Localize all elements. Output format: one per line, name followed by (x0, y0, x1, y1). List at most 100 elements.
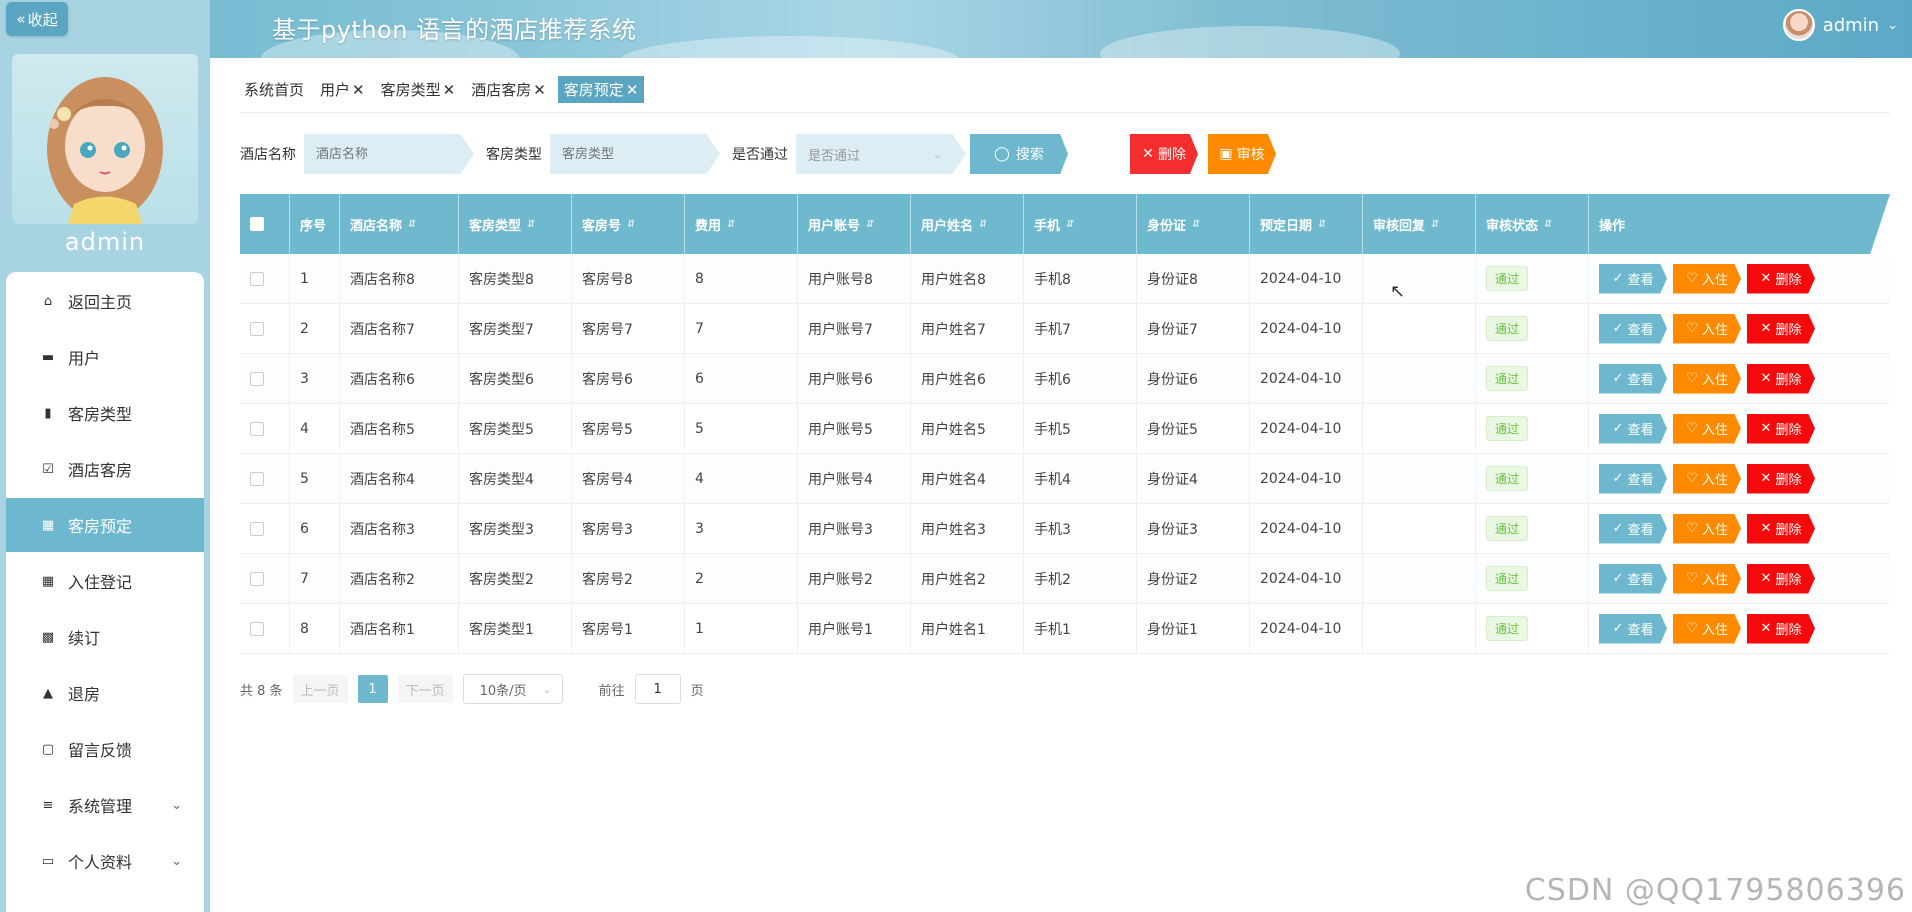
sidebar-item-checkin[interactable]: ▦ 入住登记 (6, 554, 204, 608)
prev-page-button[interactable]: 上一页 (292, 675, 348, 703)
sidebar-item-home[interactable]: ⌂ 返回主页 (6, 274, 204, 328)
sort-icon[interactable]: ⇵ (1431, 219, 1439, 230)
header-cell[interactable]: 审核回复 ⇵ (1363, 194, 1476, 254)
close-icon[interactable]: ✕ (443, 81, 456, 99)
header-cell[interactable]: 手机 ⇵ (1024, 194, 1137, 254)
sidebar-item-users[interactable]: ▬ 用户 (6, 330, 204, 384)
tab-home[interactable]: 系统首页 (240, 76, 308, 103)
close-icon[interactable]: ✕ (626, 81, 639, 99)
delete-button[interactable]: ✕ 删除 (1747, 613, 1815, 644)
sort-icon[interactable]: ⇵ (627, 219, 635, 230)
row-checkbox[interactable] (250, 321, 264, 336)
row-select-cell[interactable] (240, 504, 290, 553)
checkin-button[interactable]: ♡ 入住 (1673, 513, 1741, 544)
delete-button[interactable]: ✕ 删除 (1747, 463, 1815, 494)
header-cell[interactable]: 酒店名称 ⇵ (340, 194, 459, 254)
audit-button[interactable]: ▣ 审核 (1208, 134, 1276, 174)
view-button[interactable]: ✓ 查看 (1599, 563, 1667, 594)
row-checkbox[interactable] (250, 571, 264, 586)
header-select-all[interactable] (240, 194, 290, 254)
collapse-sidebar-button[interactable]: « 收起 (6, 2, 68, 36)
delete-button[interactable]: ✕ 删除 (1747, 363, 1815, 394)
view-button[interactable]: ✓ 查看 (1599, 263, 1667, 294)
header-cell[interactable]: 费用 ⇵ (685, 194, 798, 254)
view-button[interactable]: ✓ 查看 (1599, 513, 1667, 544)
sort-icon[interactable]: ⇵ (1066, 219, 1074, 230)
row-checkbox[interactable] (250, 371, 264, 386)
row-select-cell[interactable] (240, 354, 290, 403)
header-cell[interactable]: 用户账号 ⇵ (798, 194, 911, 254)
sort-icon[interactable]: ⇵ (1318, 219, 1326, 230)
close-icon[interactable]: ✕ (352, 81, 365, 99)
row-checkbox[interactable] (250, 421, 264, 436)
page-number-current[interactable]: 1 (357, 675, 388, 703)
view-button[interactable]: ✓ 查看 (1599, 413, 1667, 444)
sidebar-item-hotel-rooms[interactable]: ☑ 酒店客房 (6, 442, 204, 496)
sidebar-item-renewal[interactable]: ▩ 续订 (6, 610, 204, 664)
tab-room-booking[interactable]: 客房预定 ✕ (557, 76, 645, 103)
row-checkbox[interactable] (250, 621, 264, 636)
sort-icon[interactable]: ⇵ (727, 219, 735, 230)
user-menu[interactable]: admin ⌄ (1782, 9, 1898, 41)
delete-button[interactable]: ✕ 删除 (1747, 413, 1815, 444)
sidebar-item-label: 退房 (68, 685, 101, 704)
checkin-button[interactable]: ♡ 入住 (1673, 313, 1741, 344)
header-cell[interactable]: 客房类型 ⇵ (459, 194, 572, 254)
row-checkbox[interactable] (250, 521, 264, 536)
tab-hotel-rooms[interactable]: 酒店客房 ✕ (467, 76, 550, 103)
view-button[interactable]: ✓ 查看 (1599, 463, 1667, 494)
header-cell[interactable]: 客房号 ⇵ (572, 194, 685, 254)
sort-icon[interactable]: ⇵ (527, 219, 535, 230)
goto-page-input[interactable]: 1 (634, 674, 681, 704)
row-select-cell[interactable] (240, 454, 290, 503)
header-cell[interactable]: 审核状态 ⇵ (1476, 194, 1589, 254)
sidebar-item-system-management[interactable]: ≡ 系统管理 ⌄ (6, 778, 204, 832)
view-button[interactable]: ✓ 查看 (1599, 363, 1667, 394)
checkin-button[interactable]: ♡ 入住 (1673, 413, 1741, 444)
next-page-button[interactable]: 下一页 (397, 675, 453, 703)
sidebar-item-room-types[interactable]: ▮ 客房类型 (6, 386, 204, 440)
sidebar-item-room-booking[interactable]: ▦ 客房预定 (6, 498, 204, 552)
row-select-cell[interactable] (240, 254, 290, 303)
batch-delete-button[interactable]: ✕ 删除 (1130, 134, 1198, 174)
checkin-button[interactable]: ♡ 入住 (1673, 363, 1741, 394)
delete-button[interactable]: ✕ 删除 (1747, 313, 1815, 344)
sort-icon[interactable]: ⇵ (1192, 219, 1200, 230)
view-button[interactable]: ✓ 查看 (1599, 313, 1667, 344)
sidebar-item-feedback[interactable]: ▢ 留言反馈 (6, 722, 204, 776)
tab-room-types[interactable]: 客房类型 ✕ (377, 76, 460, 103)
page-size-select[interactable]: 10条/页 ⌄ (462, 674, 563, 704)
row-checkbox[interactable] (250, 471, 264, 486)
cell-text: 4 (300, 420, 309, 437)
checkin-button[interactable]: ♡ 入住 (1673, 563, 1741, 594)
checkin-button[interactable]: ♡ 入住 (1673, 463, 1741, 494)
row-select-cell[interactable] (240, 554, 290, 603)
delete-button[interactable]: ✕ 删除 (1747, 263, 1815, 294)
hotel-name-input[interactable] (304, 134, 474, 174)
checkin-button[interactable]: ♡ 入住 (1673, 613, 1741, 644)
sidebar-item-checkout[interactable]: ▲ 退房 (6, 666, 204, 720)
select-all-checkbox[interactable] (250, 217, 264, 231)
tab-users[interactable]: 用户 ✕ (316, 76, 369, 103)
sort-icon[interactable]: ⇵ (1544, 219, 1552, 230)
passed-select[interactable]: 是否通过 ⌄ (796, 134, 966, 174)
delete-button[interactable]: ✕ 删除 (1747, 563, 1815, 594)
row-select-cell[interactable] (240, 304, 290, 353)
header-cell[interactable]: 身份证 ⇵ (1137, 194, 1250, 254)
sort-icon[interactable]: ⇵ (979, 219, 987, 230)
checkin-button[interactable]: ♡ 入住 (1673, 263, 1741, 294)
sort-icon[interactable]: ⇵ (408, 219, 416, 230)
sidebar-item-profile[interactable]: ▭ 个人资料 ⌄ (6, 834, 204, 888)
row-checkbox[interactable] (250, 271, 264, 286)
row-select-cell[interactable] (240, 604, 290, 653)
header-cell[interactable]: 预定日期 ⇵ (1250, 194, 1363, 254)
close-icon[interactable]: ✕ (533, 81, 546, 99)
cell-booking-date: 2024-04-10 (1250, 304, 1363, 353)
search-button[interactable]: ◯ 搜索 (970, 134, 1068, 174)
delete-button[interactable]: ✕ 删除 (1747, 513, 1815, 544)
header-cell[interactable]: 用户姓名 ⇵ (911, 194, 1024, 254)
view-button[interactable]: ✓ 查看 (1599, 613, 1667, 644)
room-type-input[interactable] (550, 134, 720, 174)
sort-icon[interactable]: ⇵ (866, 219, 874, 230)
row-select-cell[interactable] (240, 404, 290, 453)
